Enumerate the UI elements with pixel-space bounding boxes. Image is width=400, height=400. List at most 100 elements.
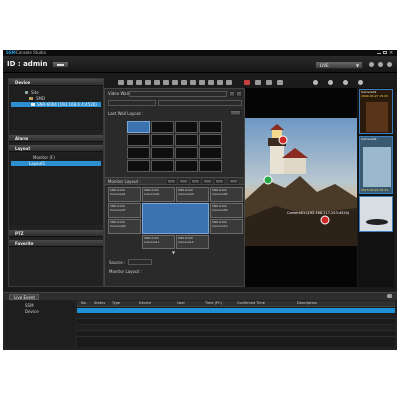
wall-select-1[interactable]	[108, 100, 156, 106]
layout-item-layout1[interactable]: Layout1	[11, 161, 101, 166]
monitor-cell[interactable]: SNR-6100 Camera01	[108, 187, 141, 202]
wall-cell[interactable]	[127, 147, 150, 159]
ptz-panel-header[interactable]: PTZ	[9, 230, 103, 237]
monitor-cell[interactable]: SNR-6100 Camera03	[176, 187, 209, 202]
logout-button[interactable]	[52, 61, 69, 68]
wall-cell[interactable]	[127, 160, 150, 172]
toolbar-icon-10[interactable]	[199, 80, 205, 85]
layout-panel-header[interactable]: Layout	[9, 145, 103, 152]
table-row[interactable]	[77, 314, 395, 319]
toolbar-icon-16[interactable]	[266, 80, 272, 85]
monitor-cell[interactable]: SNR-6100 Camera08	[210, 203, 243, 218]
monitor-cell[interactable]: SNR-6100 Camera04	[210, 187, 243, 202]
col-confirmed-time[interactable]: Confirmed Time	[237, 301, 265, 306]
layout-btn-5[interactable]	[215, 179, 224, 184]
minimize-icon[interactable]	[377, 53, 381, 54]
monitor-cell[interactable]: SNR-6100 Camera12	[176, 235, 209, 249]
tree-item-site[interactable]: Site	[11, 90, 101, 95]
wall-cell[interactable]	[175, 160, 198, 172]
wall-cell[interactable]	[199, 160, 222, 172]
wall-cell[interactable]	[199, 121, 222, 133]
tree-item-device[interactable]: SNR-6004 (192.168.6.4:4520)	[11, 102, 101, 107]
tab-live-event[interactable]: Live Event	[9, 294, 39, 300]
event-tree-ssm[interactable]: SSM	[25, 304, 34, 308]
col-type[interactable]: Type	[112, 301, 120, 306]
wall-cell[interactable]	[199, 147, 222, 159]
table-row[interactable]	[77, 332, 395, 337]
monitor-cell[interactable]: SNR-6100 Camera10	[210, 219, 243, 234]
wall-cell[interactable]	[175, 121, 198, 133]
alarm-panel-header[interactable]: Alarm	[9, 135, 103, 142]
col-description[interactable]: Description	[297, 301, 317, 306]
toolbar-icon-13[interactable]	[226, 80, 232, 85]
video-wall-select[interactable]	[129, 91, 227, 97]
toolbar-icon-11[interactable]	[208, 80, 214, 85]
event-tree-device[interactable]: Device	[25, 310, 39, 314]
col-status[interactable]: Status	[94, 301, 105, 306]
favorite-panel-header[interactable]: Favorite	[9, 240, 103, 247]
wall-layout-button[interactable]	[230, 110, 241, 116]
tree-item-smd[interactable]: SMD	[11, 96, 101, 101]
toolbar-icon-3[interactable]	[136, 80, 142, 85]
wall-cell[interactable]	[175, 147, 198, 159]
monitor-cell[interactable]: SNR-6100 Camera02	[142, 187, 175, 202]
maximize-icon[interactable]	[383, 51, 387, 54]
monitor-cell[interactable]: SNR-6100 Camera11	[142, 235, 175, 249]
wall-cell[interactable]	[199, 134, 222, 146]
layout-btn-6[interactable]	[229, 179, 238, 184]
wall-cell[interactable]	[151, 134, 174, 146]
toolbar-icon-7[interactable]	[172, 80, 178, 85]
record-icon[interactable]	[244, 80, 250, 85]
video-wall-button-2[interactable]	[236, 91, 242, 97]
layout-btn-3[interactable]	[191, 179, 200, 184]
wall-cell[interactable]	[151, 147, 174, 159]
wall-cell[interactable]	[151, 160, 174, 172]
event-panel-toggle-icon[interactable]	[387, 294, 392, 298]
toolbar-icon-5[interactable]	[154, 80, 160, 85]
expand-down-icon[interactable]: ▼	[172, 251, 175, 255]
layout-btn-2[interactable]	[179, 179, 188, 184]
col-device[interactable]: Device	[139, 301, 151, 306]
monitor-cell-selected[interactable]	[142, 203, 209, 234]
toolbar-icon-4[interactable]	[145, 80, 151, 85]
monitor-cell[interactable]: SNR-6100 Camera09	[108, 219, 141, 234]
layout-btn-1[interactable]	[167, 179, 176, 184]
source-select[interactable]	[128, 259, 152, 265]
col-no[interactable]: No.	[81, 301, 87, 306]
help-icon[interactable]	[378, 62, 383, 67]
zoom-icon-1[interactable]	[313, 80, 318, 85]
toolbar-icon-9[interactable]	[190, 80, 196, 85]
video-wall-button-1[interactable]	[229, 91, 235, 97]
col-user[interactable]: User	[177, 301, 185, 306]
wall-select-2[interactable]	[158, 100, 242, 106]
toolbar-icon-6[interactable]	[163, 80, 169, 85]
toolbar-icon-2[interactable]	[127, 80, 133, 85]
toolbar-icon-8[interactable]	[181, 80, 187, 85]
thumbnail-3[interactable]	[359, 196, 393, 232]
wall-cell[interactable]	[127, 134, 150, 146]
camera-view[interactable]: Camera01 (192.168.217.253:4520)	[245, 88, 357, 287]
thumbnail-2[interactable]: Camera02 2013-03-29 10:31	[359, 136, 393, 194]
toolbar-icon-17[interactable]	[277, 80, 283, 85]
col-time-pc[interactable]: Time (PC)	[205, 301, 222, 306]
table-row[interactable]	[77, 308, 395, 313]
monitor-cell[interactable]: SNR-6100 Camera07	[108, 203, 141, 218]
close-icon[interactable]: ×	[389, 50, 393, 56]
thumbnail-1[interactable]: Camera01 2009-03-27 15:03	[359, 89, 393, 134]
table-row[interactable]	[77, 326, 395, 331]
toolbar-icon-15[interactable]	[255, 80, 261, 85]
zoom-icon-4[interactable]	[358, 80, 363, 85]
wall-cell[interactable]	[151, 121, 174, 133]
device-panel-header[interactable]: Device	[9, 79, 103, 86]
user-icon[interactable]	[387, 62, 392, 67]
mode-select[interactable]: LIVE ▼	[315, 61, 363, 69]
table-row[interactable]	[77, 320, 395, 325]
toolbar-icon-12[interactable]	[217, 80, 223, 85]
wall-cell[interactable]	[175, 134, 198, 146]
layout-btn-4[interactable]	[203, 179, 212, 184]
settings-icon[interactable]	[369, 62, 374, 67]
zoom-icon-2[interactable]	[328, 80, 333, 85]
zoom-icon-3[interactable]	[343, 80, 348, 85]
wall-cell[interactable]	[127, 121, 150, 133]
layout-item-monitor[interactable]: Monitor (F)	[11, 155, 101, 160]
